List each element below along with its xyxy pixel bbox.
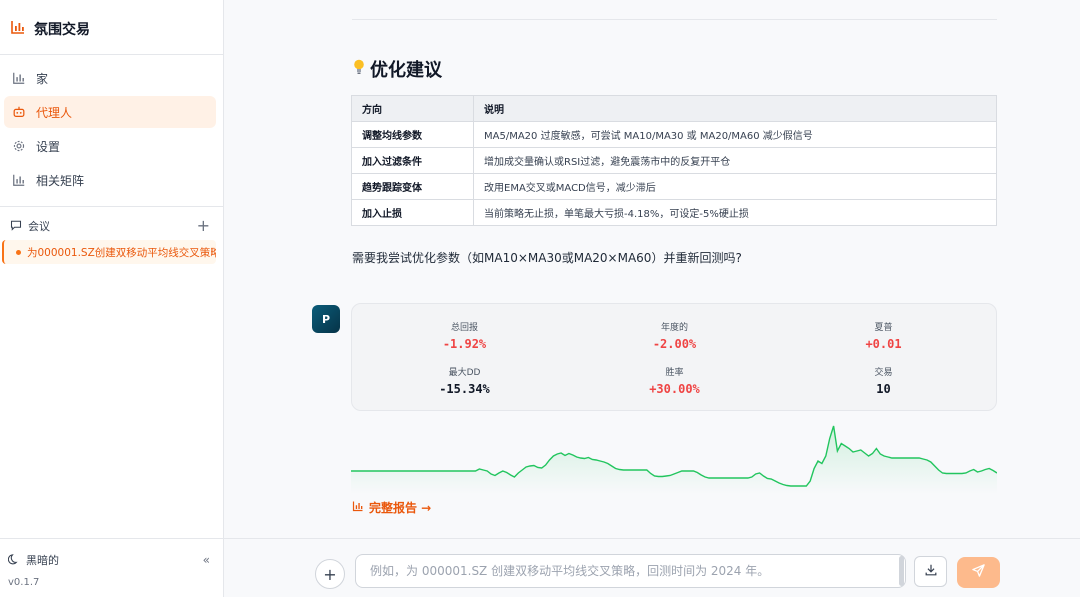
table-cell: 趋势跟踪变体: [351, 173, 474, 200]
sidebar: 氛围交易 家 代理人 设置 相关矩阵 会议 + 为000001.SZ创建双移动平…: [0, 0, 224, 597]
metrics-card: 总回报 -1.92% 年度的 -2.00% 夏普 +0.01 最大DD -15.…: [351, 303, 997, 411]
section-title: 优化建议: [352, 56, 442, 82]
nav-item-agent[interactable]: 代理人: [4, 96, 216, 128]
full-report-link[interactable]: 完整报告 →: [352, 499, 431, 516]
metric-annual: 年度的 -2.00%: [567, 320, 782, 351]
nav-item-correlation-matrix[interactable]: 相关矩阵: [4, 164, 216, 196]
table-cell: 增加成交量确认或RSI过滤，避免震荡市中的反复开平仓: [473, 147, 997, 174]
divider: [352, 19, 997, 20]
moon-icon: [7, 553, 20, 568]
attach-button[interactable]: +: [315, 559, 345, 589]
metric-win-rate: 胜率 +30.00%: [567, 365, 782, 396]
nav-label: 设置: [36, 139, 61, 154]
metric-label: 交易: [874, 368, 893, 378]
divider: [0, 54, 223, 55]
metric-label: 最大DD: [448, 368, 481, 378]
metric-sharpe: 夏普 +0.01: [776, 320, 991, 351]
metric-value: -1.92%: [442, 337, 487, 351]
table-cell: 调整均线参数: [351, 121, 474, 148]
equity-curve-chart: [351, 425, 997, 494]
send-icon: [971, 563, 986, 582]
table-header-row: 方向 说明: [351, 95, 997, 122]
table-row: 加入过滤条件 增加成交量确认或RSI过滤，避免震荡市中的反复开平仓: [351, 147, 997, 174]
theme-label: 黑暗的: [26, 554, 59, 567]
metric-label: 胜率: [665, 368, 684, 378]
table-cell: 加入过滤条件: [351, 147, 474, 174]
suggestions-table: 方向 说明 调整均线参数 MA5/MA20 过度敏感，可尝试 MA10/MA30…: [351, 95, 997, 226]
plus-icon: +: [323, 564, 337, 584]
divider: [0, 538, 223, 539]
equity-area: [351, 426, 997, 494]
nav-item-settings[interactable]: 设置: [4, 130, 216, 162]
nav-label: 家: [36, 71, 49, 86]
metric-value: -2.00%: [652, 337, 697, 351]
metric-total-return: 总回报 -1.92%: [357, 320, 572, 351]
nav-label: 代理人: [36, 105, 73, 120]
gear-icon: [12, 139, 26, 153]
table-cell: MA5/MA20 过度敏感，可尝试 MA10/MA30 或 MA20/MA60 …: [473, 121, 997, 148]
send-button[interactable]: [957, 557, 1000, 588]
metric-label: 总回报: [450, 323, 478, 333]
table-row: 调整均线参数 MA5/MA20 过度敏感，可尝试 MA10/MA30 或 MA2…: [351, 121, 997, 148]
assistant-question: 需要我尝试优化参数（如MA10×MA30或MA20×MA60）并重新回测吗?: [352, 251, 742, 265]
composer: +: [224, 538, 1080, 597]
report-link-label: 完整报告 →: [369, 501, 432, 515]
prompt-input[interactable]: [355, 554, 906, 588]
metric-label: 年度的: [660, 323, 688, 333]
new-session-button[interactable]: +: [197, 218, 210, 234]
active-dot-icon: [16, 249, 21, 255]
column-header: 方向: [351, 95, 474, 122]
input-scrollbar[interactable]: [899, 556, 904, 586]
collapse-sidebar-button[interactable]: «: [203, 553, 210, 567]
download-button[interactable]: [914, 556, 947, 587]
metric-value: +30.00%: [649, 382, 700, 396]
table-cell: 当前策略无止损，单笔最大亏损-4.18%，可设定-5%硬止损: [473, 199, 997, 226]
metric-trades: 交易 10: [776, 365, 991, 396]
metric-value: -15.34%: [439, 382, 490, 396]
bar-chart-icon: [10, 19, 26, 39]
column-header: 说明: [473, 95, 997, 122]
chat-bubble-icon: [10, 219, 22, 234]
bar-chart-icon: [12, 173, 26, 187]
metric-max-drawdown: 最大DD -15.34%: [357, 365, 572, 396]
version-label: v0.1.7: [8, 577, 40, 588]
robot-icon: [12, 105, 26, 119]
brand[interactable]: 氛围交易: [10, 18, 90, 40]
brand-name: 氛围交易: [34, 22, 90, 38]
table-row: 加入止损 当前策略无止损，单笔最大亏损-4.18%，可设定-5%硬止损: [351, 199, 997, 226]
sessions-header: 会议 +: [10, 218, 210, 234]
divider: [0, 206, 223, 207]
table-row: 趋势跟踪变体 改用EMA交叉或MACD信号，减少滞后: [351, 173, 997, 200]
nav-label: 相关矩阵: [36, 173, 85, 188]
session-item[interactable]: 为000001.SZ创建双移动平均线交叉策略: [2, 240, 216, 264]
metric-value: 10: [876, 382, 891, 396]
assistant-avatar: P: [312, 305, 340, 333]
nav-item-home[interactable]: 家: [4, 62, 216, 94]
table-cell: 加入止损: [351, 199, 474, 226]
lightbulb-icon: [352, 58, 366, 81]
bar-chart-icon: [352, 500, 364, 515]
metric-label: 夏普: [874, 323, 893, 333]
sessions-title: 会议: [28, 220, 50, 233]
table-cell: 改用EMA交叉或MACD信号，减少滞后: [473, 173, 997, 200]
theme-toggle[interactable]: 黑暗的 «: [7, 552, 210, 568]
main-panel: 优化建议 方向 说明 调整均线参数 MA5/MA20 过度敏感，可尝试 MA10…: [224, 0, 1080, 597]
bar-chart-icon: [12, 71, 26, 85]
metric-value: +0.01: [865, 337, 902, 351]
download-icon: [924, 562, 938, 581]
session-label: 为000001.SZ创建双移动平均线交叉策略: [27, 246, 216, 259]
